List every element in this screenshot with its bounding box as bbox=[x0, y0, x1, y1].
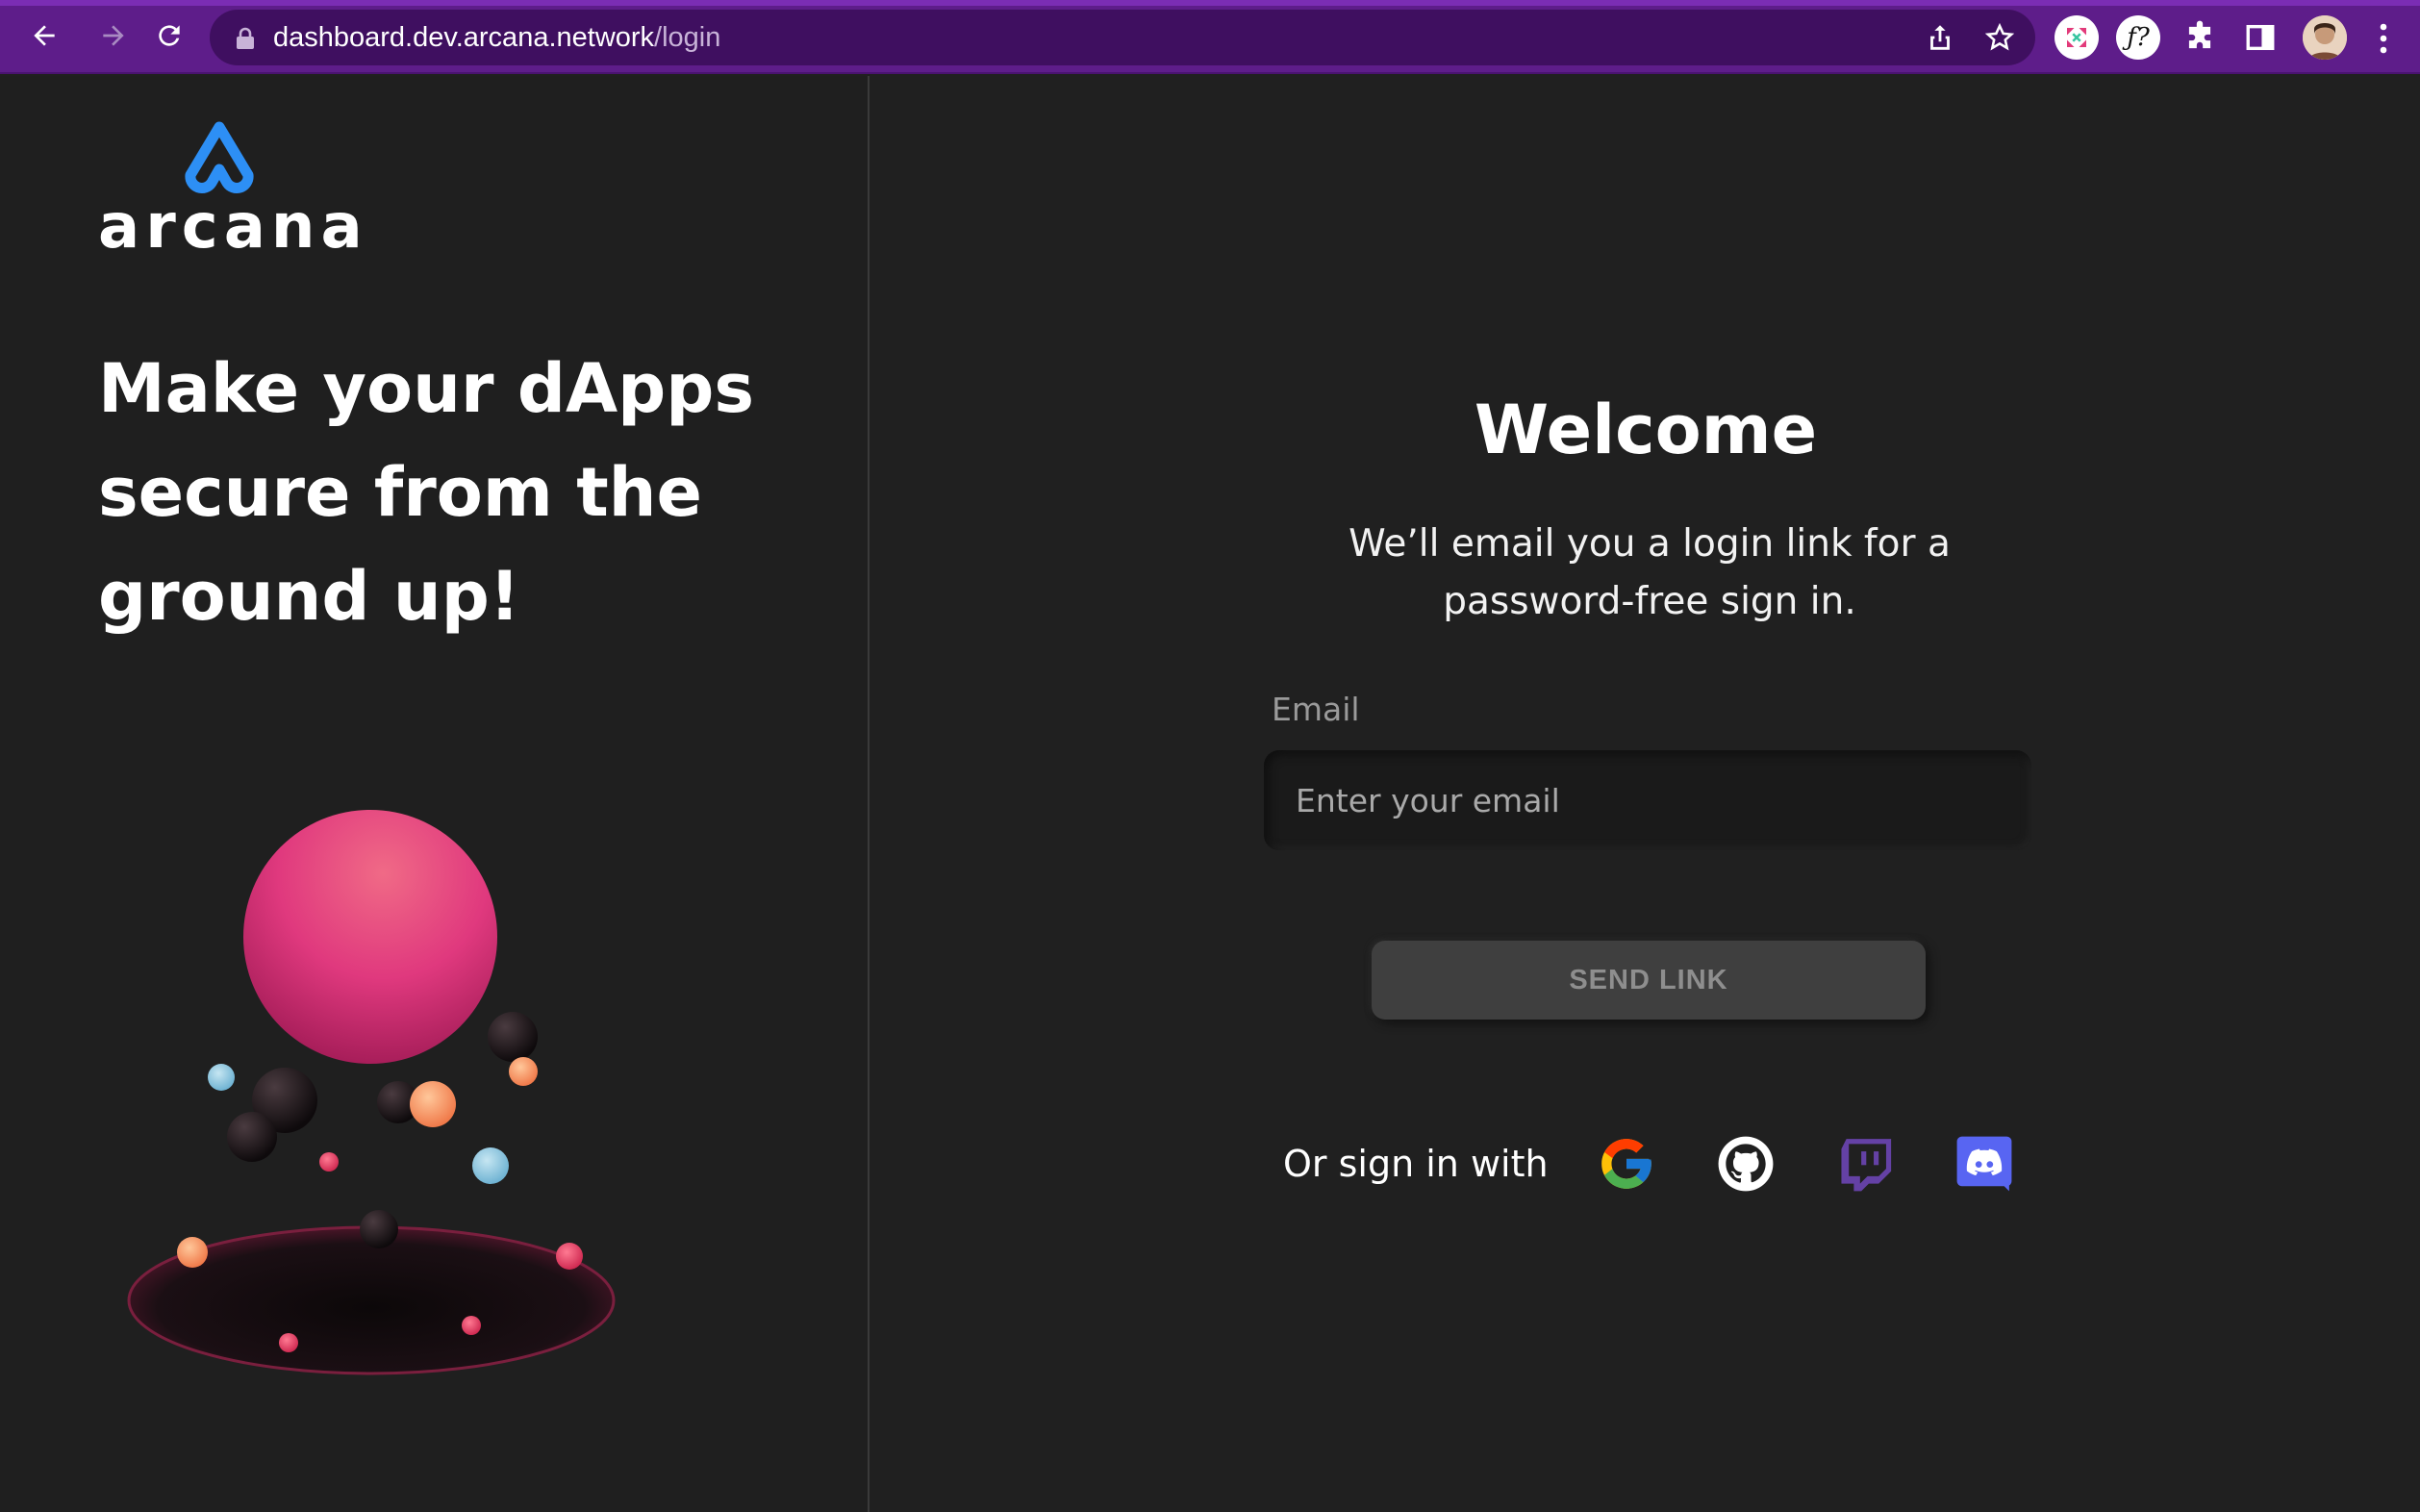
tab-strip-edge bbox=[0, 0, 2420, 6]
tagline-line: Make your dApps bbox=[98, 349, 755, 428]
google-icon bbox=[1601, 1139, 1651, 1189]
lock-icon bbox=[237, 27, 254, 49]
github-icon bbox=[1718, 1136, 1774, 1192]
large-pink-sphere bbox=[243, 810, 497, 1064]
url-path: /login bbox=[654, 22, 721, 53]
hero-tagline: Make your dApps secure from the ground u… bbox=[98, 337, 829, 648]
extensions-puzzle-icon[interactable] bbox=[2181, 19, 2218, 56]
extension-fonts-icon[interactable]: ƒ? bbox=[2116, 15, 2160, 60]
forward-button[interactable] bbox=[94, 16, 133, 55]
expand-arrows-icon bbox=[2067, 28, 2086, 47]
reload-button[interactable] bbox=[150, 16, 189, 55]
email-label: Email bbox=[1272, 691, 1360, 728]
floating-spheres-illustration bbox=[127, 810, 616, 1375]
url-host: dashboard.dev.arcana.network bbox=[273, 22, 655, 53]
login-subtitle: We’ll email you a login link for a passw… bbox=[1289, 516, 2010, 631]
address-bar[interactable]: dashboard.dev.arcana.network/login bbox=[210, 10, 2035, 65]
send-link-button[interactable]: SEND LINK bbox=[1372, 941, 1926, 1020]
welcome-heading: Welcome bbox=[1474, 391, 1818, 469]
side-panel-icon[interactable] bbox=[2243, 21, 2278, 54]
share-icon[interactable] bbox=[1924, 21, 1956, 54]
discord-signin-button[interactable] bbox=[1954, 1133, 2014, 1195]
browser-toolbar: dashboard.dev.arcana.network/login ƒ? bbox=[0, 0, 2420, 74]
subtitle-line: We’ll email you a login link for a bbox=[1349, 522, 1951, 566]
twitch-icon bbox=[1841, 1139, 1892, 1192]
email-input[interactable] bbox=[1264, 750, 2031, 850]
twitch-signin-button[interactable] bbox=[1835, 1133, 1895, 1195]
brand-name: arcana bbox=[98, 191, 368, 263]
url-text: dashboard.dev.arcana.network/login bbox=[273, 21, 720, 54]
google-signin-button[interactable] bbox=[1597, 1133, 1656, 1195]
social-signin-label: Or sign in with bbox=[1283, 1143, 1549, 1185]
tagline-line: ground up! bbox=[98, 557, 520, 636]
profile-avatar[interactable] bbox=[2303, 15, 2347, 60]
subtitle-line: password-free sign in. bbox=[1443, 580, 1856, 623]
bookmark-star-icon[interactable] bbox=[1983, 21, 2016, 54]
extension-arcana-icon[interactable] bbox=[2054, 15, 2099, 60]
arrow-left-icon bbox=[34, 25, 55, 46]
tagline-line: secure from the bbox=[98, 453, 702, 532]
browser-menu-icon[interactable] bbox=[2374, 19, 2393, 58]
discord-icon bbox=[1956, 1136, 2012, 1192]
profile-photo-icon bbox=[2303, 15, 2347, 60]
reload-icon bbox=[159, 25, 180, 46]
back-button[interactable] bbox=[25, 16, 63, 55]
github-signin-button[interactable] bbox=[1716, 1133, 1776, 1195]
arrow-right-icon bbox=[103, 25, 124, 46]
arcana-logo-icon bbox=[185, 121, 254, 193]
